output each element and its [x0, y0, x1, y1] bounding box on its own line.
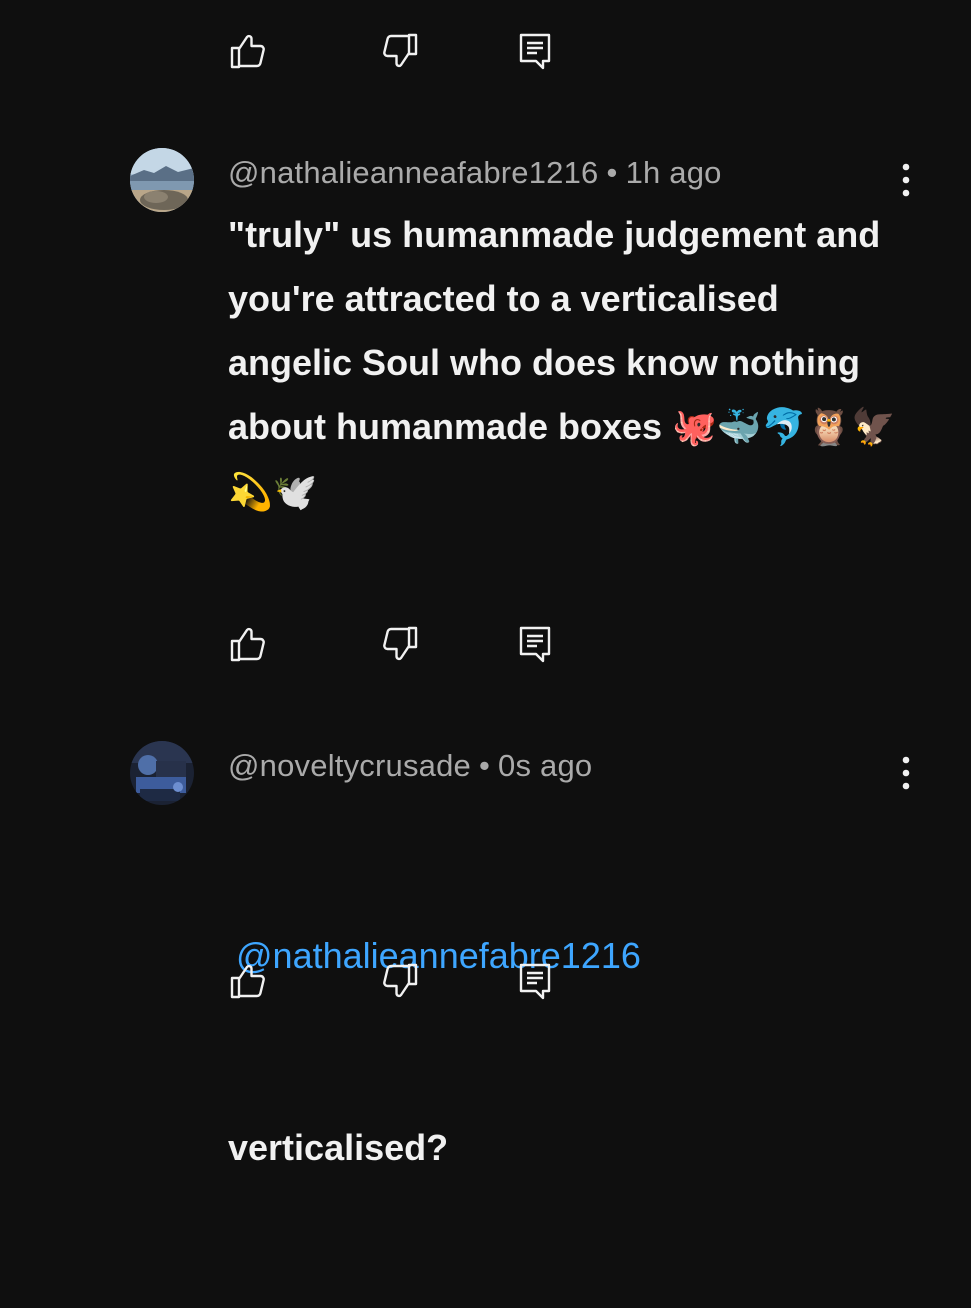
- comment-time[interactable]: 0s ago: [498, 748, 592, 783]
- comment-text: @nathalieannefabre1216 verticalised?: [228, 796, 908, 1308]
- dislike-button[interactable]: [380, 624, 420, 664]
- more-options-button[interactable]: [886, 751, 926, 795]
- comment-meta: @noveltycrusade • 0s ago: [228, 748, 592, 784]
- reply-button[interactable]: [515, 31, 555, 71]
- reply-comment-icon: [519, 626, 551, 663]
- like-button[interactable]: [228, 624, 268, 664]
- author-name[interactable]: @noveltycrusade: [228, 748, 471, 783]
- comment-body: verticalised?: [228, 1127, 449, 1168]
- like-button[interactable]: [228, 961, 268, 1001]
- vertical-ellipsis-icon: [902, 756, 910, 790]
- comment-action-row: [228, 624, 568, 664]
- reply-button[interactable]: [515, 961, 555, 1001]
- comment-action-row: [228, 961, 568, 1001]
- reply-comment-icon: [519, 963, 551, 1000]
- like-button[interactable]: [228, 31, 268, 71]
- comment-meta: @nathalieanneafabre1216 • 1h ago: [228, 155, 722, 191]
- thumb-down-icon: [383, 963, 418, 998]
- meta-separator: •: [478, 748, 491, 783]
- vertical-ellipsis-icon: [902, 163, 910, 197]
- thumb-up-icon: [230, 34, 265, 69]
- thumb-up-icon: [230, 964, 265, 999]
- thumb-down-icon: [383, 626, 418, 661]
- author-name[interactable]: @nathalieanneafabre1216: [228, 155, 599, 190]
- reply-button[interactable]: [515, 624, 555, 664]
- dislike-button[interactable]: [380, 961, 420, 1001]
- top-action-row: [228, 31, 568, 71]
- thumb-up-icon: [230, 627, 265, 662]
- more-options-button[interactable]: [886, 158, 926, 202]
- meta-separator: •: [606, 155, 618, 190]
- avatar[interactable]: [130, 148, 194, 212]
- reply-comment-icon: [519, 33, 551, 70]
- avatar-beach-photo: [130, 148, 194, 212]
- thumb-down-icon: [383, 33, 418, 68]
- comment-text: "truly" us humanmade judgement and you'r…: [228, 203, 908, 525]
- avatar-night-photo: [130, 741, 194, 805]
- avatar[interactable]: [130, 741, 194, 805]
- comment-time[interactable]: 1h ago: [626, 155, 722, 190]
- dislike-button[interactable]: [380, 31, 420, 71]
